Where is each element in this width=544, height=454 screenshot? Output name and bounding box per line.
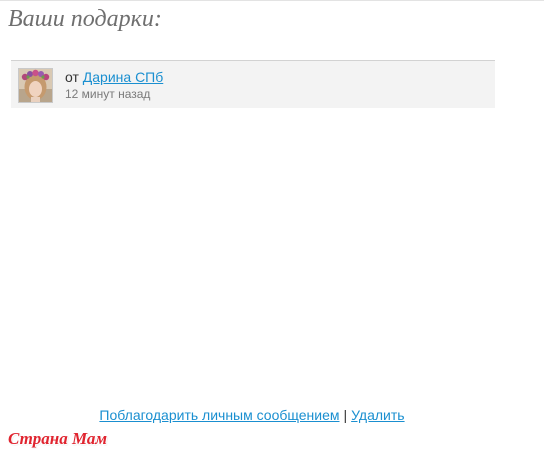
page-title: Ваши подарки: [8, 6, 162, 32]
gift-actions: Поблагодарить личным сообщением | Удалить [0, 407, 504, 424]
brand-logo: Страна Мам [8, 429, 108, 448]
gift-from-prefix: от [65, 69, 79, 85]
top-divider [0, 0, 544, 1]
thank-by-message-link[interactable]: Поблагодарить личным сообщением [99, 407, 339, 423]
actions-separator: | [343, 407, 348, 423]
gift-card: от Дарина СПб 12 минут назад [11, 60, 495, 108]
sender-name-link[interactable]: Дарина СПб [83, 69, 163, 85]
avatar-photo-icon [19, 69, 52, 102]
sender-avatar[interactable] [18, 68, 53, 103]
gift-sender-line: от Дарина СПб [65, 68, 163, 86]
delete-gift-link[interactable]: Удалить [351, 407, 404, 423]
gift-timestamp: 12 минут назад [65, 87, 151, 101]
